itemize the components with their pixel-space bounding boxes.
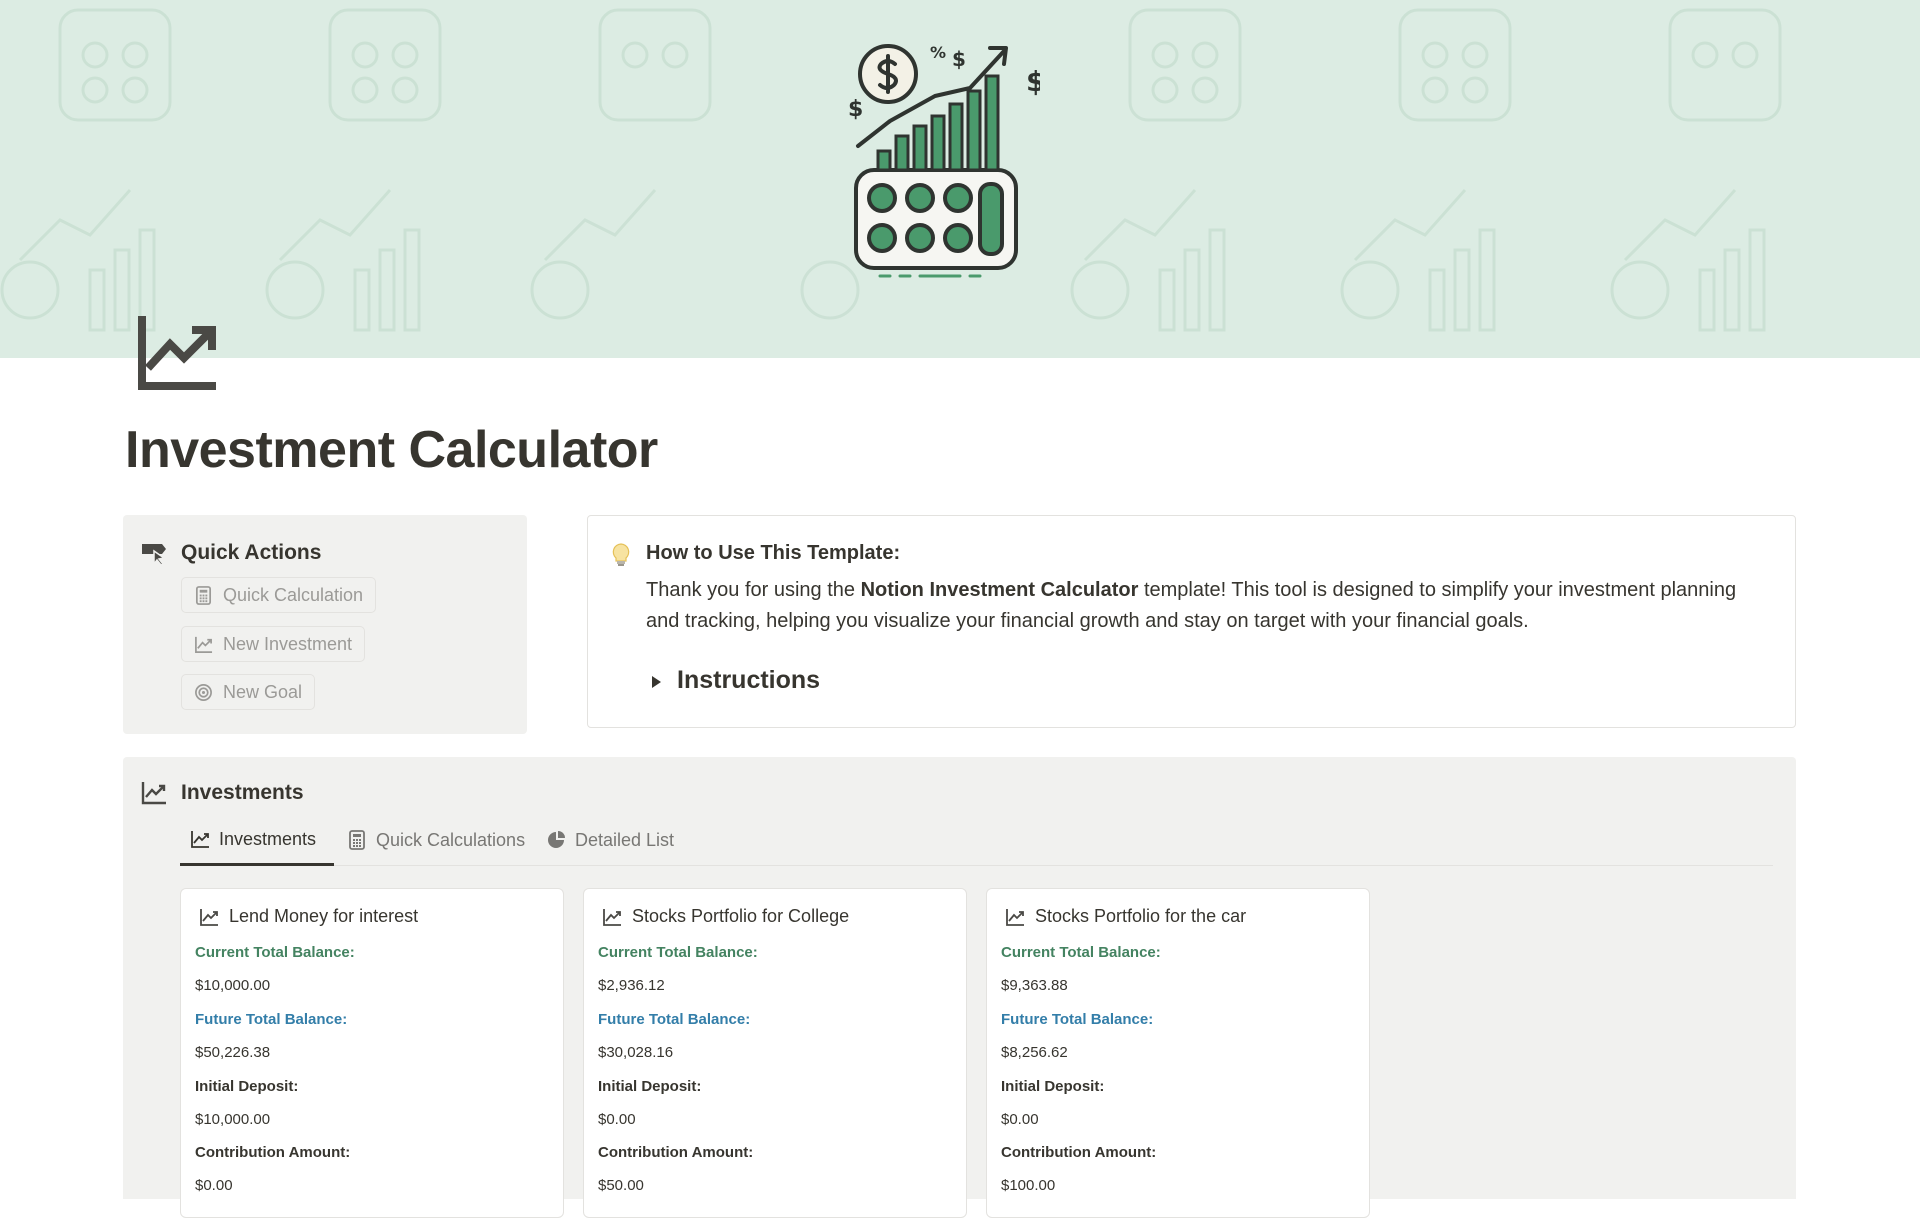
contribution-amount-value: $0.00 xyxy=(195,1177,233,1194)
svg-text:%: % xyxy=(930,43,946,62)
lightbulb-icon xyxy=(612,543,630,566)
target-icon xyxy=(195,683,212,701)
card-title: Lend Money for interest xyxy=(199,906,418,927)
chart-line-icon xyxy=(141,782,166,805)
new-goal-label: New Goal xyxy=(223,681,303,702)
current-balance-label: Current Total Balance: xyxy=(1001,944,1161,961)
callout-heading: How to Use This Template: xyxy=(646,542,901,564)
card-title-text: Stocks Portfolio for the car xyxy=(1035,906,1247,926)
current-balance-value: $2,936.12 xyxy=(598,977,665,994)
how-to-use-callout: How to Use This Template: Thank you for … xyxy=(587,515,1796,728)
investments-panel: Investments Investments Quick Calculatio… xyxy=(123,757,1796,1218)
quick-calculation-button[interactable]: Quick Calculation xyxy=(181,577,377,613)
callout-body-start: Thank you for using the xyxy=(646,579,861,601)
future-balance-value: $30,028.16 xyxy=(598,1044,674,1061)
new-investment-label: New Investment xyxy=(223,633,353,654)
calculator-growth-illustration: $ $ $ % xyxy=(848,43,1040,278)
initial-deposit-value: $0.00 xyxy=(1001,1111,1039,1128)
future-balance-label: Future Total Balance: xyxy=(598,1011,751,1028)
contribution-amount-label: Contribution Amount: xyxy=(195,1144,351,1161)
chart-line-icon xyxy=(195,636,213,653)
toggle-triangle-icon xyxy=(652,675,661,688)
future-balance-label: Future Total Balance: xyxy=(1001,1011,1154,1028)
pointer-sign-icon xyxy=(142,544,166,565)
card-title-text: Stocks Portfolio for College xyxy=(632,906,850,926)
initial-deposit-value: $10,000.00 xyxy=(195,1111,271,1128)
chart-line-icon xyxy=(191,831,209,848)
future-balance-label: Future Total Balance: xyxy=(195,1011,348,1028)
investment-card[interactable]: Lend Money for interest Current Total Ba… xyxy=(180,888,564,1218)
tab-detailed-list-label: Detailed List xyxy=(575,829,675,850)
chart-line-icon xyxy=(603,908,621,926)
calculator-icon xyxy=(195,585,212,605)
page-title: Investment Calculator xyxy=(125,421,658,479)
quick-actions-panel: Quick Actions Quick Calculation New Inve… xyxy=(123,515,527,734)
future-balance-value: $8,256.62 xyxy=(1001,1044,1068,1061)
card-title-text: Lend Money for interest xyxy=(229,906,419,926)
callout-body: Thank you for using the Notion Investmen… xyxy=(646,575,1766,637)
current-balance-label: Current Total Balance: xyxy=(598,944,758,961)
svg-text:$: $ xyxy=(952,47,966,71)
investments-header: Investments xyxy=(141,781,304,805)
investment-card[interactable]: Stocks Portfolio for College Current Tot… xyxy=(583,888,967,1218)
view-tabs: Investments Quick Calculations Detailed … xyxy=(180,815,1773,866)
contribution-amount-value: $50.00 xyxy=(598,1177,644,1194)
contribution-amount-value: $100.00 xyxy=(1001,1177,1056,1194)
future-balance-value: $50,226.38 xyxy=(195,1044,271,1061)
chart-line-page-icon[interactable] xyxy=(136,316,220,392)
tab-investments-label: Investments xyxy=(219,828,317,849)
investments-title: Investments xyxy=(181,781,304,804)
instructions-toggle[interactable]: Instructions xyxy=(652,666,820,695)
current-balance-value: $10,000.00 xyxy=(195,977,271,994)
svg-text:$: $ xyxy=(1026,65,1040,98)
quick-actions-title: Quick Actions xyxy=(181,541,322,564)
card-title: Stocks Portfolio for the car xyxy=(1005,906,1246,927)
quick-calculation-label: Quick Calculation xyxy=(223,584,364,605)
tab-detailed-list[interactable]: Detailed List xyxy=(546,815,674,865)
tab-quick-calculations-label: Quick Calculations xyxy=(376,829,526,850)
tab-investments[interactable]: Investments xyxy=(180,815,334,866)
current-balance-label: Current Total Balance: xyxy=(195,944,355,961)
initial-deposit-label: Initial Deposit: xyxy=(598,1078,702,1095)
quick-actions-header: Quick Actions xyxy=(141,541,321,565)
contribution-amount-label: Contribution Amount: xyxy=(598,1144,754,1161)
instructions-toggle-label: Instructions xyxy=(677,666,821,694)
chart-line-icon xyxy=(200,908,218,926)
calculator-icon xyxy=(349,830,365,850)
current-balance-value: $9,363.88 xyxy=(1001,977,1068,994)
initial-deposit-label: Initial Deposit: xyxy=(195,1078,299,1095)
chart-line-icon xyxy=(1006,908,1024,926)
cover-image: $ $ $ % xyxy=(0,0,1920,358)
initial-deposit-label: Initial Deposit: xyxy=(1001,1078,1105,1095)
new-investment-button[interactable]: New Investment xyxy=(181,626,366,662)
investment-card[interactable]: Stocks Portfolio for the car Current Tot… xyxy=(986,888,1370,1218)
card-title: Stocks Portfolio for College xyxy=(602,906,849,927)
initial-deposit-value: $0.00 xyxy=(598,1111,636,1128)
callout-body-bold: Notion Investment Calculator xyxy=(860,579,1139,601)
tab-quick-calculations[interactable]: Quick Calculations xyxy=(347,815,525,865)
pie-chart-icon xyxy=(548,831,565,848)
contribution-amount-label: Contribution Amount: xyxy=(1001,1144,1157,1161)
svg-text:$: $ xyxy=(848,97,863,122)
new-goal-button[interactable]: New Goal xyxy=(181,674,316,710)
